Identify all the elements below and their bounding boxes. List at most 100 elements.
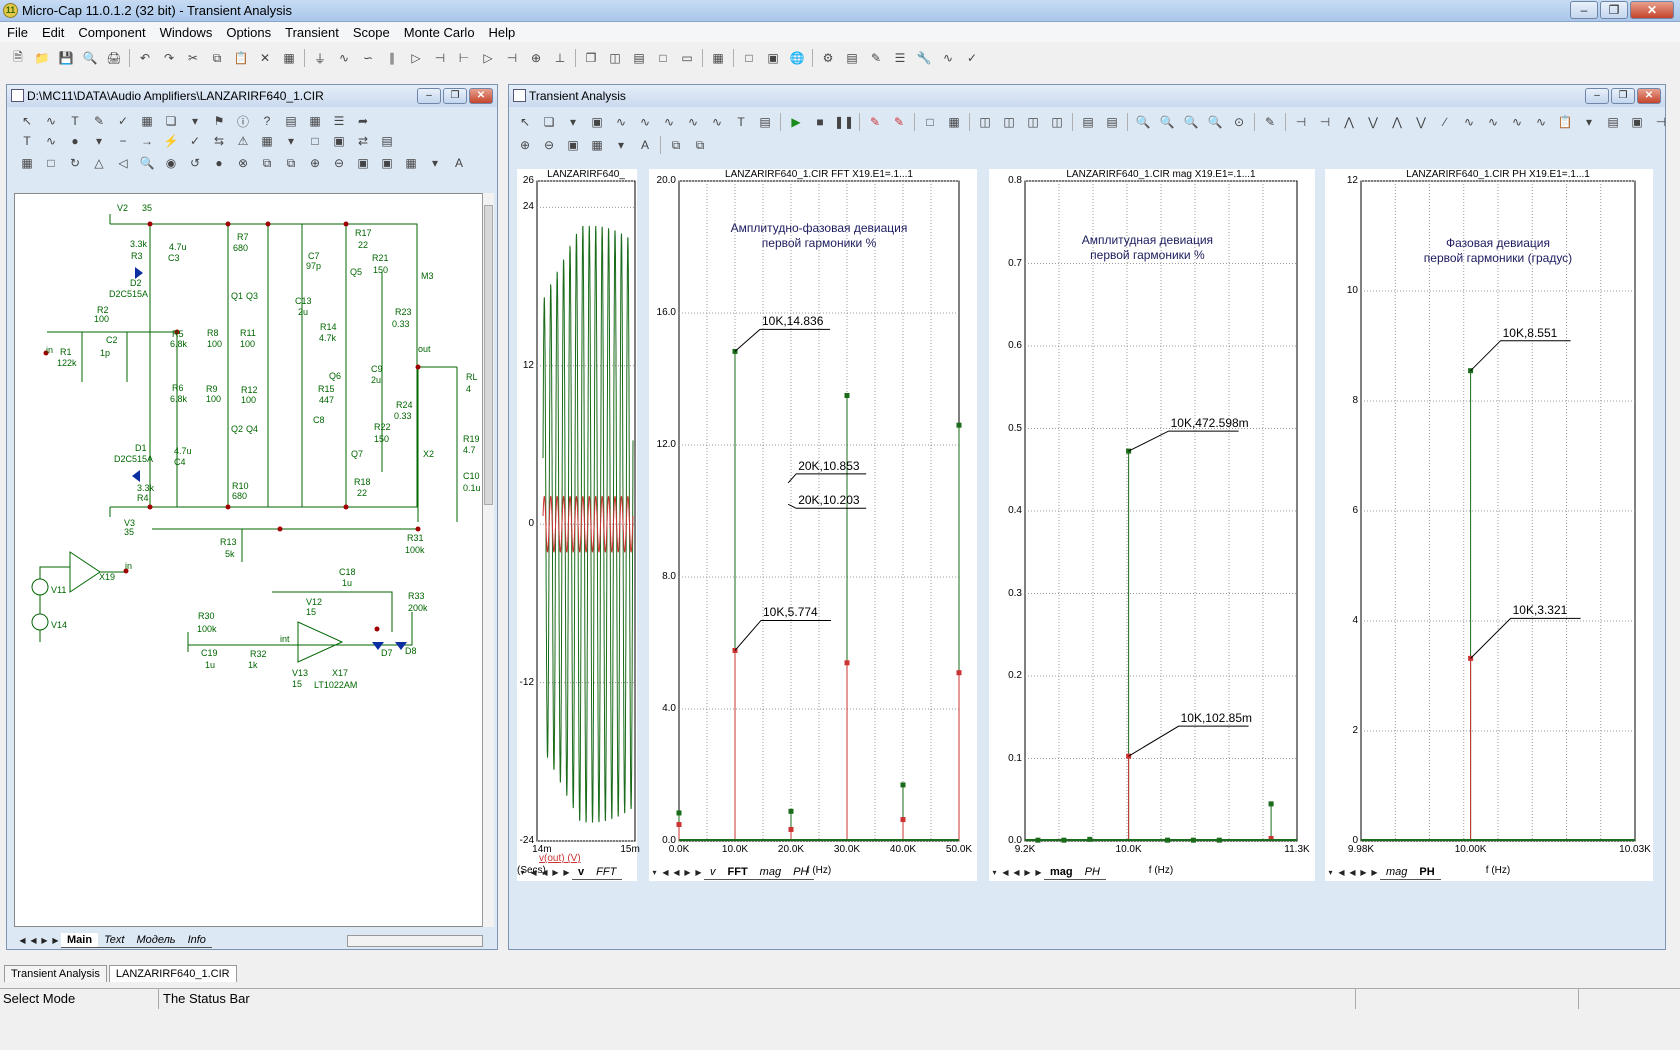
dropdown6-icon[interactable]: ▾	[1579, 112, 1599, 132]
graph-d-icon[interactable]: ∿	[683, 112, 703, 132]
plot-tab-fft[interactable]: FFT	[721, 865, 754, 880]
pen-icon[interactable]: ✎	[89, 111, 109, 131]
cols-c-icon[interactable]: ◫	[1023, 112, 1043, 132]
stem-marker[interactable]	[900, 817, 906, 823]
zoom-in-icon[interactable]: ⊕	[305, 153, 325, 173]
select-all-icon[interactable]: ▦	[279, 48, 299, 68]
mdi-tab-transient[interactable]: Transient Analysis	[4, 965, 107, 982]
zoom-out-icon[interactable]: ⊖	[329, 153, 349, 173]
tab-first-icon[interactable]: ◀	[1336, 867, 1347, 879]
transient-titlebar[interactable]: Transient Analysis – ❐ ✕	[509, 85, 1665, 107]
stem-marker[interactable]	[1268, 801, 1274, 807]
maximize-button[interactable]: ❐	[1600, 1, 1628, 19]
warning-icon[interactable]: ⚠	[233, 131, 253, 151]
schematic-minimize-button[interactable]: –	[417, 88, 441, 104]
stem-marker[interactable]	[844, 393, 850, 398]
capacitor-icon[interactable]: ∥	[382, 48, 402, 68]
flip-icon[interactable]: ⇄	[353, 131, 373, 151]
info-icon[interactable]: ⓘ	[233, 111, 253, 131]
doc-icon[interactable]: ▤	[1603, 112, 1623, 132]
close-button[interactable]: ✕	[1630, 1, 1674, 19]
tools-icon[interactable]: 🔧	[914, 48, 934, 68]
plot-tab-ph[interactable]: PH	[1413, 865, 1441, 880]
plot-icon[interactable]: ∿	[938, 48, 958, 68]
wave-icon[interactable]: ∿	[41, 131, 61, 151]
swap-icon[interactable]: ⇆	[209, 131, 229, 151]
plot-copy-icon[interactable]: ⧉	[666, 135, 686, 155]
transient-maximize-button[interactable]: ❐	[1611, 88, 1635, 104]
menu-scope[interactable]: Scope	[346, 25, 397, 40]
print-icon[interactable]: 🖨	[104, 48, 124, 68]
diode-icon[interactable]: ▷	[406, 48, 426, 68]
tab-prev-icon[interactable]: ◀	[1347, 867, 1358, 879]
tab-first-icon[interactable]: ◀	[1000, 867, 1011, 879]
dropdown5-icon[interactable]: ▾	[563, 112, 583, 132]
menu-windows[interactable]: Windows	[153, 25, 220, 40]
text-label-icon[interactable]: T	[731, 112, 751, 132]
zoom-b-icon[interactable]: 🔍	[1157, 112, 1177, 132]
page2-icon[interactable]: □	[305, 131, 325, 151]
rotate-icon[interactable]: ↻	[65, 153, 85, 173]
stem-marker[interactable]	[788, 826, 794, 832]
lock-icon[interactable]: ▣	[1627, 112, 1647, 132]
window2-icon[interactable]: ▭	[677, 48, 697, 68]
tab-next-icon[interactable]: ▶	[682, 867, 693, 879]
cols-b-icon[interactable]: ◫	[999, 112, 1019, 132]
schematic-window[interactable]: D:\MC11\DATA\Audio Amplifiers\LANZARIRF6…	[6, 84, 498, 950]
plot-svg-ph[interactable]	[1325, 169, 1653, 849]
plot-zoom-fit-icon[interactable]: ▣	[563, 135, 583, 155]
stop-circle-icon[interactable]: ●	[209, 153, 229, 173]
tab-next-icon[interactable]: ▶	[550, 867, 561, 879]
export-icon[interactable]: ➦	[353, 111, 373, 131]
menu-component[interactable]: Component	[71, 25, 152, 40]
grid-tool-icon[interactable]: ▦	[944, 112, 964, 132]
graphics-icon[interactable]: ▦	[137, 111, 157, 131]
stem-marker[interactable]	[900, 782, 906, 788]
node-icon[interactable]: ●	[65, 131, 85, 151]
menu-transient[interactable]: Transient	[278, 25, 346, 40]
pause-icon[interactable]: ❚❚	[834, 112, 854, 132]
draw-b-icon[interactable]: ✎	[889, 112, 909, 132]
tab-model[interactable]: Модель	[130, 933, 182, 948]
binoculars-icon[interactable]: ◉	[161, 153, 181, 173]
inflect-icon[interactable]: ∿	[1459, 112, 1479, 132]
table-icon[interactable]: ▦	[305, 111, 325, 131]
horizontal-scrollbar[interactable]	[347, 935, 483, 947]
vertical-scrollbar[interactable]	[482, 193, 494, 927]
stop-icon[interactable]: ■	[810, 112, 830, 132]
tile-horizontal-icon[interactable]: ▤	[629, 48, 649, 68]
cursor-a-icon[interactable]: ⊣	[1291, 112, 1311, 132]
flag-icon[interactable]: ⚑	[209, 111, 229, 131]
tab-menu-icon[interactable]: ▾	[517, 867, 528, 879]
rows-a-icon[interactable]: ▤	[1078, 112, 1098, 132]
tab-prev-icon[interactable]: ◀	[671, 867, 682, 879]
dropdown7-icon[interactable]: ▾	[611, 135, 631, 155]
vertical-scroll-thumb[interactable]	[484, 205, 493, 505]
low-icon[interactable]: ⋁	[1411, 112, 1431, 132]
high-icon[interactable]: ⋀	[1387, 112, 1407, 132]
print-preview-icon[interactable]: 🔍	[80, 48, 100, 68]
wave2-icon[interactable]: ∿	[1507, 112, 1527, 132]
dropdown4-icon[interactable]: ▾	[425, 153, 445, 173]
properties2-icon[interactable]: ✎	[1260, 112, 1280, 132]
tab-prev-icon[interactable]: ◀	[1011, 867, 1022, 879]
copy2-icon[interactable]: ⧉	[257, 153, 277, 173]
paste2-icon[interactable]: ⧉	[281, 153, 301, 173]
tab-first-icon[interactable]: ◀	[660, 867, 671, 879]
new-icon[interactable]: 🗎	[8, 48, 28, 68]
font-icon[interactable]: A	[449, 153, 469, 173]
delete-icon[interactable]: ✕	[255, 48, 275, 68]
tab-text[interactable]: Text	[98, 933, 131, 948]
grid-icon[interactable]: ▦	[257, 131, 277, 151]
tab-last-icon[interactable]: ▶	[50, 935, 61, 947]
stem-marker[interactable]	[788, 808, 794, 814]
mirror-icon[interactable]: △	[89, 153, 109, 173]
menu-edit[interactable]: Edit	[35, 25, 71, 40]
text-mode-icon[interactable]: T	[17, 131, 37, 151]
model-icon[interactable]: ▤	[377, 131, 397, 151]
limits-tool-icon[interactable]: ▤	[755, 112, 775, 132]
tab-last-icon[interactable]: ▶	[1369, 867, 1380, 879]
plot-tab-ph[interactable]: PH	[787, 865, 815, 880]
zoom-c-icon[interactable]: 🔍	[1181, 112, 1201, 132]
camera-icon[interactable]: ▣	[377, 153, 397, 173]
